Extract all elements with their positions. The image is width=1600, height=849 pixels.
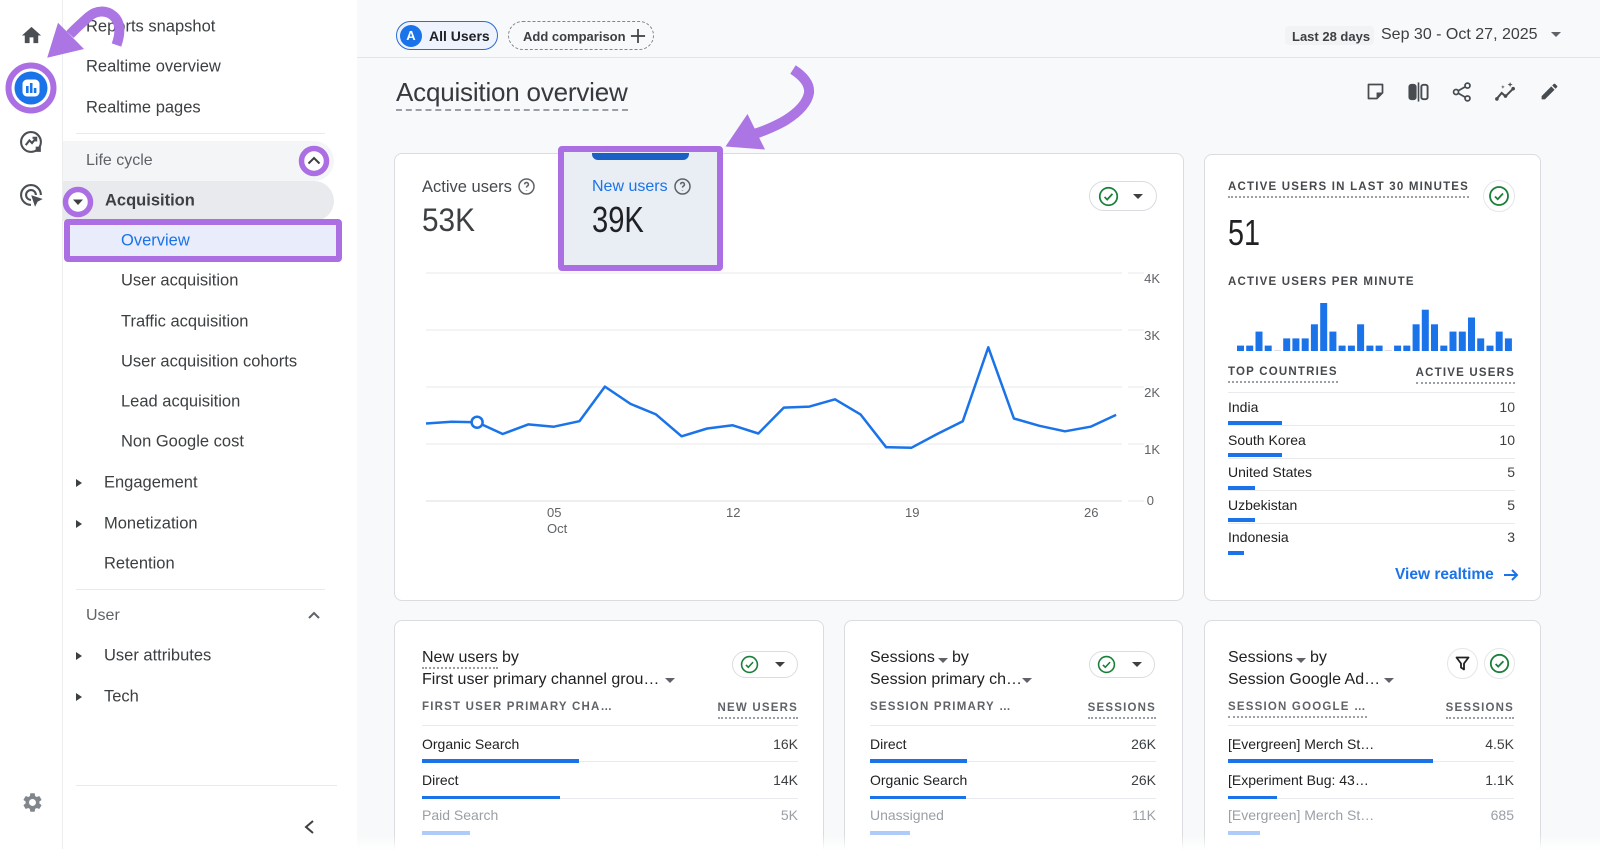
svg-text:1K: 1K — [1144, 442, 1160, 457]
svg-text:05: 05 — [547, 505, 561, 520]
svg-text:4K: 4K — [1144, 271, 1160, 286]
svg-text:12: 12 — [726, 505, 740, 520]
svg-text:3K: 3K — [1144, 328, 1160, 343]
svg-text:26: 26 — [1084, 505, 1098, 520]
svg-text:Oct: Oct — [547, 521, 568, 536]
svg-text:19: 19 — [905, 505, 919, 520]
svg-text:2K: 2K — [1144, 385, 1160, 400]
svg-text:0: 0 — [1147, 493, 1154, 508]
